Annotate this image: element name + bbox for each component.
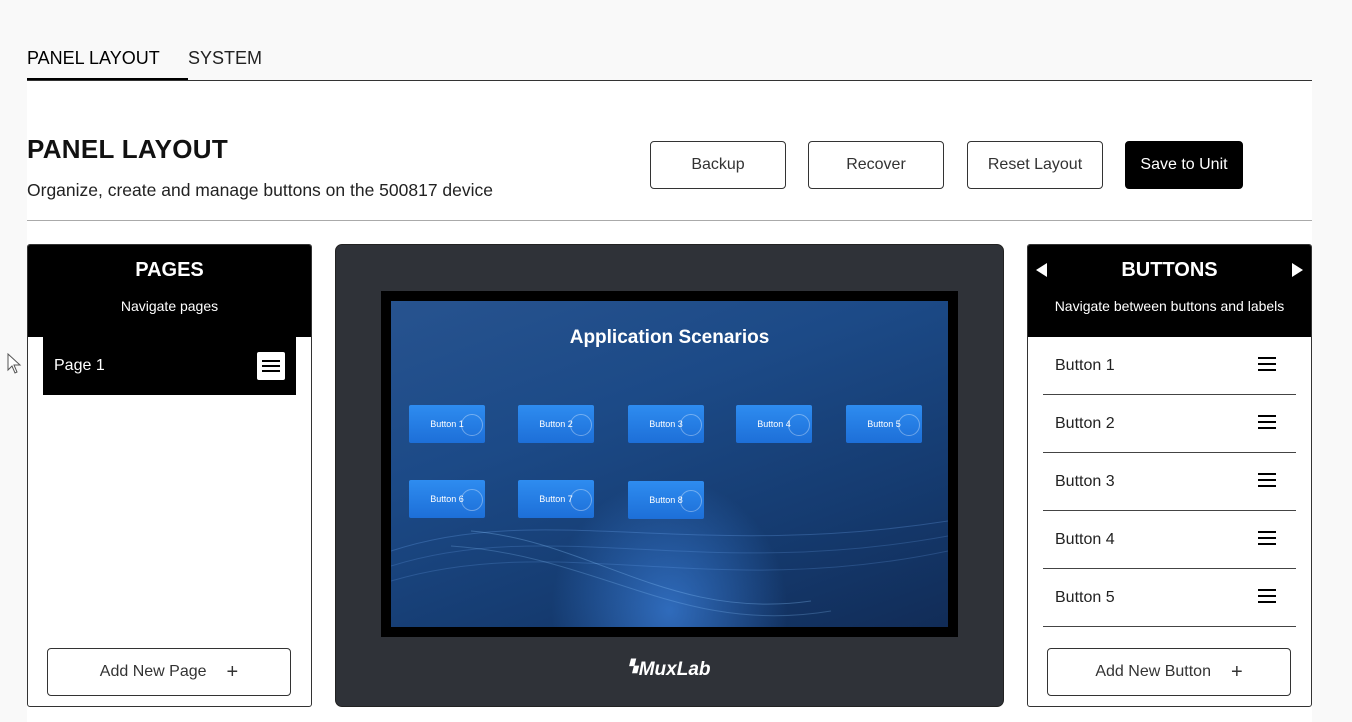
add-new-page-button[interactable]: Add New Page +	[47, 648, 291, 696]
add-new-button-button[interactable]: Add New Button +	[1047, 648, 1291, 696]
wave-background-graphic	[391, 520, 948, 617]
screen-button-8[interactable]: Button 8	[628, 481, 704, 519]
device-screen: Application Scenarios Button 1 Button 2 …	[391, 301, 948, 627]
screen-button-label: Button 8	[649, 495, 683, 505]
logo-text: MuxLab	[638, 659, 711, 680]
plus-icon: +	[1230, 660, 1243, 683]
tab-bar: PANEL LAYOUT SYSTEM	[27, 44, 1312, 81]
screen-button-label: Button 2	[539, 419, 573, 429]
page-title: PANEL LAYOUT	[27, 134, 229, 164]
buttons-panel-header: BUTTONS Navigate between buttons and lab…	[1028, 245, 1311, 337]
reset-layout-button[interactable]: Reset Layout	[967, 141, 1103, 189]
logo-mark-icon: ▚	[628, 659, 638, 673]
clock-icon	[788, 414, 810, 436]
pages-panel: PAGES Navigate pages Page 1 Add New Page…	[27, 244, 312, 707]
button-item-label: Button 5	[1055, 589, 1115, 606]
menu-icon[interactable]	[257, 352, 285, 380]
screen-button-label: Button 6	[430, 494, 464, 504]
screen-button-4[interactable]: Button 4	[736, 405, 812, 443]
muxlab-logo: ▚MuxLab	[336, 659, 1003, 681]
page-list-item[interactable]: Page 1	[43, 337, 296, 395]
mouse-cursor-icon	[7, 353, 22, 374]
button-list-item[interactable]: Button 2	[1043, 395, 1296, 453]
clock-icon	[680, 490, 702, 512]
screen-button-label: Button 7	[539, 494, 573, 504]
main-content: PANEL LAYOUT Organize, create and manage…	[27, 81, 1312, 722]
screen-button-label: Button 1	[430, 419, 464, 429]
button-item-label: Button 1	[1055, 357, 1115, 374]
tab-panel-layout[interactable]: PANEL LAYOUT	[27, 48, 188, 80]
buttons-panel-title: BUTTONS	[1121, 259, 1218, 281]
device-bezel: Application Scenarios Button 1 Button 2 …	[381, 291, 958, 637]
button-list-item[interactable]: Button 3	[1043, 453, 1296, 511]
screen-title: Application Scenarios	[569, 327, 770, 348]
clock-icon	[898, 414, 920, 436]
page-item-label: Page 1	[54, 357, 105, 374]
recover-button[interactable]: Recover	[808, 141, 944, 189]
screen-button-7[interactable]: Button 7	[518, 480, 594, 518]
device-preview: Application Scenarios Button 1 Button 2 …	[335, 244, 1004, 707]
button-item-label: Button 2	[1055, 415, 1115, 432]
button-list-item[interactable]: Button 1	[1043, 337, 1296, 395]
drag-handle-icon[interactable]	[1253, 531, 1281, 549]
screen-button-2[interactable]: Button 2	[518, 405, 594, 443]
clock-icon	[680, 414, 702, 436]
add-new-page-label: Add New Page	[99, 662, 207, 680]
pages-panel-subtitle: Navigate pages	[120, 298, 219, 314]
next-arrow-icon[interactable]	[1292, 263, 1303, 277]
backup-button[interactable]: Backup	[650, 141, 786, 189]
clock-icon	[461, 414, 483, 436]
pages-panel-header: PAGES Navigate pages	[28, 245, 311, 337]
screen-button-label: Button 4	[757, 419, 791, 429]
clock-icon	[461, 489, 483, 511]
pages-panel-title: PAGES	[135, 259, 204, 281]
page-subtitle: Organize, create and manage buttons on t…	[27, 180, 494, 200]
screen-button-1[interactable]: Button 1	[409, 405, 485, 443]
save-to-unit-button[interactable]: Save to Unit	[1125, 141, 1243, 189]
tab-system[interactable]: SYSTEM	[188, 48, 262, 80]
screen-button-label: Button 5	[867, 419, 901, 429]
button-item-label: Button 4	[1055, 531, 1115, 548]
clock-icon	[570, 414, 592, 436]
buttons-panel-subtitle: Navigate between buttons and labels	[1054, 298, 1285, 314]
button-item-label: Button 3	[1055, 473, 1115, 490]
button-list-item[interactable]: Button 4	[1043, 511, 1296, 569]
drag-handle-icon[interactable]	[1253, 589, 1281, 607]
drag-handle-icon[interactable]	[1253, 473, 1281, 491]
clock-icon	[570, 489, 592, 511]
drag-handle-icon[interactable]	[1253, 415, 1281, 433]
button-list-item[interactable]: Button 5	[1043, 569, 1296, 627]
buttons-panel: BUTTONS Navigate between buttons and lab…	[1027, 244, 1312, 707]
screen-button-3[interactable]: Button 3	[628, 405, 704, 443]
header-divider	[27, 220, 1312, 221]
add-new-button-label: Add New Button	[1095, 662, 1211, 680]
screen-button-5[interactable]: Button 5	[846, 405, 922, 443]
screen-button-label: Button 3	[649, 419, 683, 429]
drag-handle-icon[interactable]	[1253, 357, 1281, 375]
plus-icon: +	[226, 660, 239, 683]
screen-button-6[interactable]: Button 6	[409, 480, 485, 518]
